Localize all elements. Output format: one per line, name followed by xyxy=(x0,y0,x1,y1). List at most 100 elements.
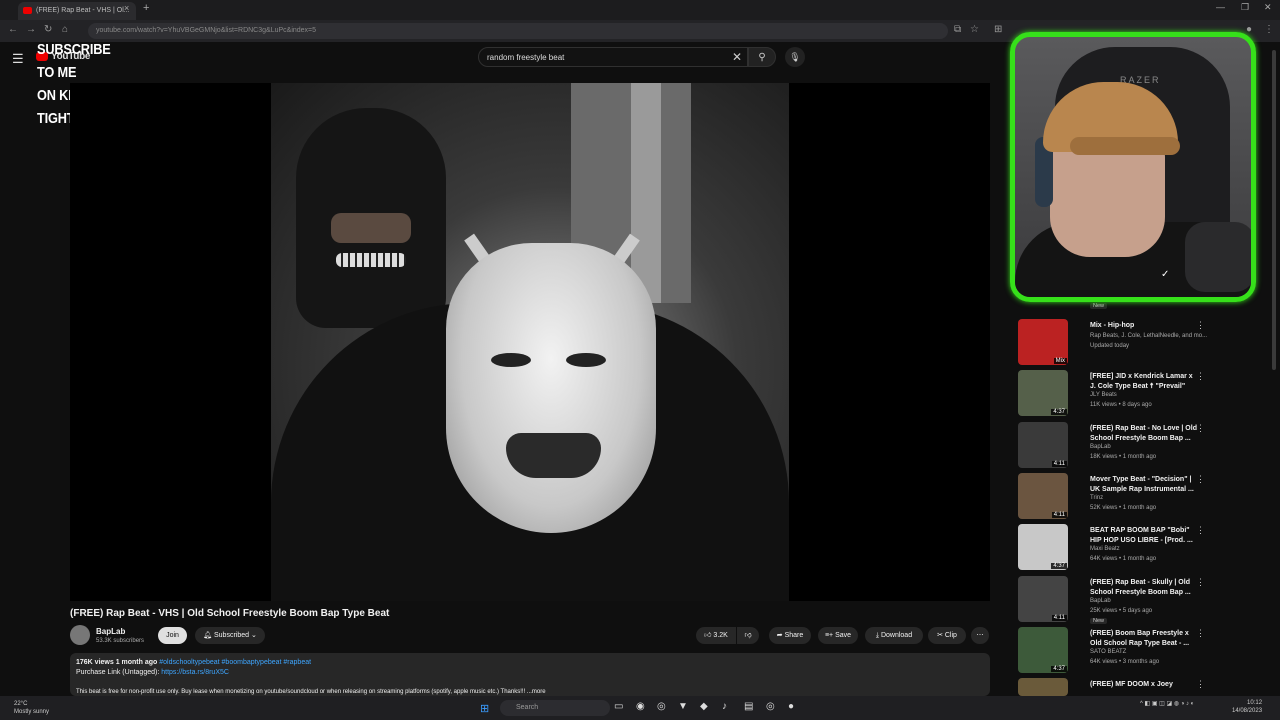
recommendation-meta: 11K views • 8 days ago xyxy=(1090,402,1152,408)
folder-icon[interactable]: ▤ xyxy=(744,701,753,712)
recommendation-menu-icon[interactable]: ⋮ xyxy=(1196,628,1205,639)
app-icon[interactable]: ◉ xyxy=(636,701,645,712)
home-icon[interactable]: ⌂ xyxy=(62,24,68,35)
recommendation-title[interactable]: (FREE) Rap Beat - No Love | Old School F… xyxy=(1090,424,1200,443)
join-button[interactable]: Join xyxy=(158,627,187,644)
recommendation-meta: 64K views • 3 months ago xyxy=(1090,659,1160,665)
channel-name[interactable]: BapLab xyxy=(96,627,125,636)
recommendation-channel[interactable]: SATO BEATZ xyxy=(1090,649,1126,655)
recommendation-thumbnail[interactable]: 4:37 xyxy=(1018,370,1068,416)
like-button[interactable]: 👍︎ 3.2K xyxy=(696,627,736,644)
install-icon[interactable]: ⧉ xyxy=(954,24,961,35)
recommendation-menu-icon[interactable]: ⋮ xyxy=(1196,679,1205,690)
recommendation-thumbnail[interactable] xyxy=(1018,678,1068,696)
purchase-link[interactable]: https://bsta.rs/8ruX5C xyxy=(161,669,229,676)
recommendation-menu-icon[interactable]: ⋮ xyxy=(1196,525,1205,536)
recommendation-title[interactable]: (FREE) Rap Beat - Skully | Old School Fr… xyxy=(1090,578,1200,597)
browser-menu-icon[interactable]: ⋮ xyxy=(1264,24,1274,35)
recommendation-title[interactable]: (FREE) MF DOOM x Joey xyxy=(1090,680,1200,690)
dislike-button[interactable]: 👎︎ xyxy=(737,627,759,644)
voice-search-mic-icon[interactable]: 🎙 xyxy=(785,47,805,67)
recommendation-channel[interactable]: BapLab xyxy=(1090,444,1111,450)
chrome-icon[interactable]: ◎ xyxy=(657,701,666,712)
video-frame[interactable] xyxy=(271,83,789,601)
maximize-icon[interactable]: ❐ xyxy=(1241,2,1249,13)
task-view-icon[interactable]: ▭ xyxy=(614,701,623,712)
recommendation-channel[interactable]: JLY Beats xyxy=(1090,392,1117,398)
taskbar-search[interactable]: Search xyxy=(500,700,610,716)
window-close-icon[interactable]: ✕ xyxy=(1264,2,1272,13)
hashtags[interactable]: #oldschooltypebeat #boombaptypebeat #rap… xyxy=(159,659,311,666)
share-label: Share xyxy=(784,632,804,639)
search-input[interactable]: random freestyle beat xyxy=(478,47,748,67)
search-clear-icon[interactable]: ✕ xyxy=(732,50,742,64)
recommendation-title[interactable]: BEAT RAP BOOM BAP "Bobi" HIP HOP USO LIB… xyxy=(1090,526,1200,545)
download-label: Download xyxy=(880,632,913,639)
bookmark-star-icon[interactable]: ☆ xyxy=(970,24,979,35)
recommendation-menu-icon[interactable]: ⋮ xyxy=(1196,577,1205,588)
download-button[interactable]: ⤓ Download xyxy=(865,627,923,644)
recommendation-thumbnail[interactable]: Mix xyxy=(1018,319,1068,365)
recommendation-thumbnail[interactable]: 4:37 xyxy=(1018,524,1068,570)
hannya-mask-image xyxy=(446,243,656,533)
app-icon[interactable]: ◆ xyxy=(700,701,708,712)
chrome-icon[interactable]: ◎ xyxy=(766,701,775,712)
time: 10:12 xyxy=(1247,700,1263,706)
tab-close-icon[interactable]: × xyxy=(124,3,129,13)
recommendation-menu-icon[interactable]: ⋮ xyxy=(1196,474,1205,485)
browser-tab[interactable]: (FREE) Rap Beat - VHS | Ol... xyxy=(18,2,136,20)
system-tray[interactable]: ^ ◧ ▣ ◫ ◪ ◍ ◑ ♪ ◐ xyxy=(1140,700,1194,707)
scrollbar[interactable] xyxy=(1272,50,1276,370)
app-icon[interactable]: ● xyxy=(788,701,794,712)
recommendation-thumbnail[interactable]: 4:11 xyxy=(1018,473,1068,519)
brave-icon[interactable]: ▼ xyxy=(678,701,688,712)
video-title: (FREE) Rap Beat - VHS | Old School Frees… xyxy=(70,608,390,619)
recommendation-channel[interactable]: Maxi Beatz xyxy=(1090,546,1120,552)
tiktok-icon[interactable]: ♪ xyxy=(722,701,727,712)
recommendation-thumbnail[interactable]: 4:11 xyxy=(1018,422,1068,468)
taskbar-clock[interactable]: 10:12 14/08/2023 xyxy=(1232,699,1262,715)
more-actions-button[interactable]: ⋯ xyxy=(971,627,989,644)
share-button[interactable]: ➦ Share xyxy=(769,627,811,644)
recommendation-channel[interactable]: Trinz xyxy=(1090,495,1103,501)
like-count: 3.2K xyxy=(713,632,728,639)
recommendation-menu-icon[interactable]: ⋮ xyxy=(1196,320,1205,331)
recommendation-title[interactable]: Mix - Hip-hop xyxy=(1090,321,1200,331)
date: 14/08/2023 xyxy=(1232,708,1263,714)
reload-icon[interactable]: ↻ xyxy=(44,24,52,35)
save-label: Save xyxy=(835,632,852,639)
recommendation-menu-icon[interactable]: ⋮ xyxy=(1196,423,1205,434)
chevron-down-icon: ⌄ xyxy=(249,632,257,639)
channel-avatar[interactable] xyxy=(70,625,90,645)
browser-tab-bar xyxy=(0,0,1280,20)
weather-widget[interactable]: 22°C Mostly sunny xyxy=(14,700,49,716)
clip-label: Clip xyxy=(944,632,957,639)
recommendation-thumbnail[interactable]: 4:37 xyxy=(1018,627,1068,673)
minimize-icon[interactable]: — xyxy=(1216,2,1225,12)
clip-button[interactable]: ✂ Clip xyxy=(928,627,966,644)
hamburger-menu-icon[interactable]: ☰ xyxy=(12,51,24,67)
subscribed-button[interactable]: 🔔︎ Subscribed ⌄ xyxy=(195,627,265,644)
profile-avatar[interactable]: ● xyxy=(1246,24,1252,35)
extensions-icon[interactable]: ⊞ xyxy=(994,24,1002,35)
recommendation-channel[interactable]: Rap Beats, J. Cole, LethalNeedle, and mo… xyxy=(1090,333,1207,339)
nike-logo-icon: ✓ xyxy=(1161,269,1170,280)
forward-icon[interactable]: → xyxy=(26,24,36,35)
recommendation-thumbnail[interactable]: 4:11 xyxy=(1018,576,1068,622)
subscriber-count: 53.3K subscribers xyxy=(96,638,145,644)
recommendation-menu-icon[interactable]: ⋮ xyxy=(1196,371,1205,382)
recommendation-title[interactable]: (FREE) Boom Bap Freestyle x Old School R… xyxy=(1090,629,1200,648)
back-icon[interactable]: ← xyxy=(8,24,18,35)
new-badge: New xyxy=(1090,618,1108,624)
address-bar[interactable]: youtube.com/watch?v=YhuVBGeGMNjo&list=RD… xyxy=(88,23,948,39)
scissors-icon: ✂ xyxy=(937,632,945,639)
video-duration: 4:37 xyxy=(1051,666,1067,672)
windows-start-icon[interactable]: ⊞ xyxy=(480,702,489,715)
purchase-line: Purchase Link (Untagged): https://bsta.r… xyxy=(76,669,229,676)
recommendation-channel[interactable]: BapLab xyxy=(1090,598,1111,604)
recommendation-title[interactable]: Mover Type Beat - "Decision" | UK Sample… xyxy=(1090,475,1200,494)
save-button[interactable]: ≡+ Save xyxy=(818,627,858,644)
search-button[interactable]: ⚲ xyxy=(748,47,776,67)
recommendation-title[interactable]: [FREE] JID x Kendrick Lamar x J. Cole Ty… xyxy=(1090,372,1200,391)
new-tab-button[interactable]: + xyxy=(143,2,149,14)
